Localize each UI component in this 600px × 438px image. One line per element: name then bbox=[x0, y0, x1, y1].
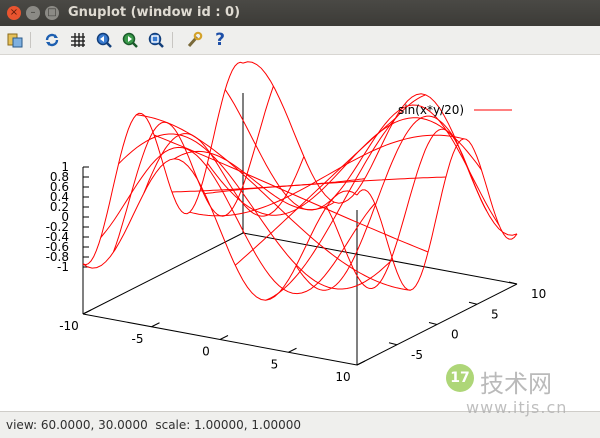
y-tick bbox=[428, 322, 438, 325]
status-text: view: 60.0000, 30.0000 scale: 1.00000, 1… bbox=[6, 418, 301, 432]
surface-isoline-x bbox=[143, 133, 305, 217]
maximize-window-button[interactable]: □ bbox=[45, 6, 59, 20]
surface-isoline-y bbox=[242, 61, 518, 236]
preferences-icon[interactable] bbox=[184, 30, 204, 50]
surface-mesh bbox=[82, 61, 518, 301]
watermark: 17 技术网 www.itjs.cn bbox=[446, 360, 586, 418]
back-x-edge bbox=[242, 232, 518, 285]
copy-to-clipboard-icon[interactable] bbox=[5, 30, 25, 50]
toolbar-separator bbox=[30, 32, 31, 48]
x-tick-label: -5 bbox=[132, 332, 144, 346]
unzoom-icon[interactable] bbox=[146, 30, 166, 50]
help-icon[interactable]: ? bbox=[210, 30, 230, 50]
y-tick-label: -5 bbox=[411, 348, 423, 362]
x-tick-label: 5 bbox=[271, 357, 279, 371]
x-tick bbox=[356, 360, 366, 366]
surface-isoline-x bbox=[112, 86, 274, 253]
x-tick bbox=[219, 335, 229, 340]
surface-isoline-x bbox=[295, 115, 457, 291]
watermark-name: 技术网 bbox=[480, 370, 552, 398]
x-tick bbox=[82, 309, 92, 315]
title-bar: × – □ Gnuplot (window id : 0) bbox=[0, 0, 600, 26]
replot-icon[interactable] bbox=[42, 30, 62, 50]
watermark-url: www.itjs.cn bbox=[466, 398, 568, 417]
surface-isoline-x bbox=[82, 61, 244, 266]
tick-labels: 10.80.60.40.20-0.2-0.4-0.6-0.8-1-10-5051… bbox=[46, 160, 547, 384]
y-tick-label: 5 bbox=[491, 307, 499, 321]
x-tick bbox=[288, 347, 297, 353]
watermark-logo: 17 bbox=[446, 364, 474, 392]
y-tick bbox=[468, 301, 478, 305]
legend-label: sin(x*y/20) bbox=[398, 103, 464, 117]
surface-isoline-y bbox=[153, 134, 429, 253]
plot-canvas[interactable]: 1 0.8 0.6 0.4 0.2 0 -0.2 -0.4 -0.6 -0.8 -1 -10 -5 0 5 1… bbox=[0, 55, 600, 411]
close-window-button[interactable]: × bbox=[7, 6, 21, 20]
x-tick bbox=[151, 322, 160, 328]
surface-isoline-x bbox=[234, 118, 396, 266]
y-tick bbox=[388, 342, 398, 346]
plot-legend: sin(x*y/20) bbox=[398, 103, 512, 117]
x-tick-label: -10 bbox=[59, 319, 79, 333]
zoom-next-icon[interactable] bbox=[120, 30, 140, 50]
toolbar: ? bbox=[0, 26, 600, 55]
window-title: Gnuplot (window id : 0) bbox=[68, 5, 241, 20]
back-y-edge bbox=[82, 232, 244, 315]
surface-plot: 10.80.60.40.20-0.2-0.4-0.6-0.8-1-10-5051… bbox=[46, 61, 547, 384]
surface-isoline-y bbox=[171, 176, 446, 193]
z-tick-label: -1 bbox=[57, 260, 69, 274]
toolbar-separator bbox=[172, 32, 173, 48]
y-tick-label: 0 bbox=[451, 328, 459, 342]
y-tick-label: 10 bbox=[531, 287, 546, 301]
zoom-previous-icon[interactable] bbox=[94, 30, 114, 50]
x-tick-label: 10 bbox=[335, 370, 350, 384]
surface-isoline-x bbox=[265, 94, 426, 301]
x-tick-label: 0 bbox=[202, 345, 210, 359]
grid-icon[interactable] bbox=[68, 30, 88, 50]
minimize-window-button[interactable]: – bbox=[26, 6, 40, 20]
